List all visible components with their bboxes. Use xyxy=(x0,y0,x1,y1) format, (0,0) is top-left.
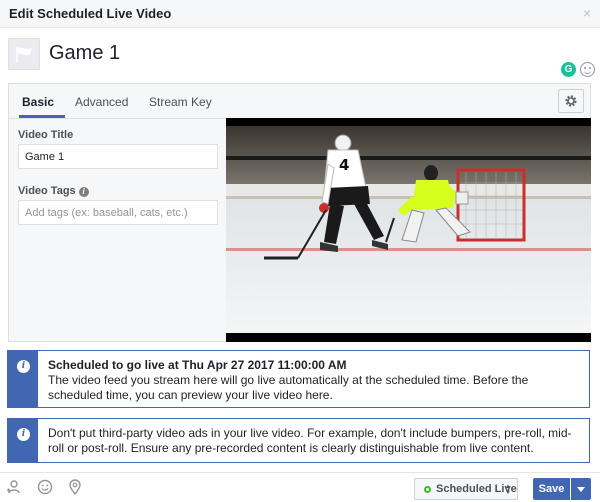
ads-policy-notice: i Don't put third-party video ads in you… xyxy=(7,418,590,463)
dialog-footer: Scheduled Live ▲ ▼ Save xyxy=(0,472,600,502)
close-icon[interactable]: × xyxy=(583,5,591,21)
info-icon: i xyxy=(17,360,30,373)
location-pin-icon[interactable] xyxy=(67,479,83,495)
ads-policy-text: Don't put third-party video ads in your … xyxy=(48,426,572,455)
tab-basic[interactable]: Basic xyxy=(22,95,54,109)
tab-advanced[interactable]: Advanced xyxy=(75,95,128,109)
save-button[interactable]: Save xyxy=(533,478,570,500)
tab-stream-key[interactable]: Stream Key xyxy=(149,95,212,109)
video-title-label: Video Title xyxy=(18,129,74,141)
save-options-dropdown[interactable] xyxy=(571,478,591,500)
video-title-input[interactable] xyxy=(18,144,218,169)
svg-text:4: 4 xyxy=(339,156,349,174)
grammarly-icon[interactable]: G xyxy=(561,62,576,77)
sort-caret-icon: ▲ ▼ xyxy=(505,484,511,496)
live-video-preview[interactable]: 4 xyxy=(226,118,591,342)
video-tags-input[interactable] xyxy=(18,200,218,225)
settings-button[interactable] xyxy=(558,89,584,113)
schedule-status-dropdown[interactable]: Scheduled Live ▲ ▼ xyxy=(414,478,518,500)
flag-icon xyxy=(16,47,32,63)
info-icon: i xyxy=(17,428,30,441)
video-tags-label: Video Tags i xyxy=(18,185,89,197)
schedule-notice: i Scheduled to go live at Thu Apr 27 201… xyxy=(7,350,590,408)
feeling-icon[interactable] xyxy=(37,479,53,495)
status-dot-icon xyxy=(424,486,431,493)
active-tab-indicator xyxy=(19,115,65,118)
gear-icon xyxy=(565,95,577,107)
dialog-header: Edit Scheduled Live Video × xyxy=(0,0,600,28)
page-thumbnail xyxy=(8,38,40,70)
schedule-notice-text: The video feed you stream here will go l… xyxy=(48,373,529,402)
emoji-icon[interactable] xyxy=(580,62,595,77)
tag-people-icon[interactable] xyxy=(6,479,22,495)
schedule-notice-heading: Scheduled to go live at Thu Apr 27 2017 … xyxy=(48,358,347,372)
hockey-video-frame: 4 xyxy=(226,118,591,342)
dialog-title: Edit Scheduled Live Video xyxy=(9,6,172,21)
video-name: Game 1 xyxy=(49,42,121,64)
tab-bar: Basic Advanced Stream Key xyxy=(9,84,590,119)
info-icon[interactable]: i xyxy=(78,187,89,197)
settings-panel: Basic Advanced Stream Key Video Title Vi… xyxy=(8,83,591,342)
